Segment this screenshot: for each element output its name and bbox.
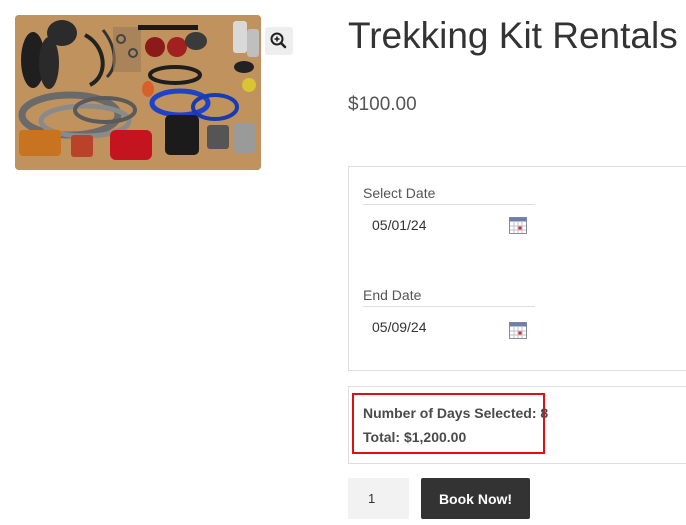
end-date-label: End Date <box>363 287 422 303</box>
trekking-gear-photo <box>15 15 261 170</box>
days-selected-text: Number of Days Selected: 8 <box>363 405 549 421</box>
book-now-button[interactable]: Book Now! <box>421 478 530 519</box>
start-date-input[interactable]: 05/01/24 <box>372 217 427 233</box>
quantity-input[interactable] <box>348 478 409 519</box>
start-date-divider <box>363 204 535 205</box>
booking-summary: Number of Days Selected: 8 Total: $1,200… <box>348 386 686 464</box>
calendar-icon[interactable] <box>509 217 527 234</box>
end-date-divider <box>363 306 535 307</box>
product-price: $100.00 <box>348 94 417 115</box>
product-image[interactable] <box>15 15 261 170</box>
end-date-input[interactable]: 05/09/24 <box>372 319 427 335</box>
product-title: Trekking Kit Rentals <box>348 15 678 56</box>
zoom-button[interactable] <box>265 27 293 55</box>
start-date-label: Select Date <box>363 185 436 201</box>
magnifier-plus-icon <box>270 32 287 49</box>
total-price-text: Total: $1,200.00 <box>363 429 467 445</box>
calendar-icon[interactable] <box>509 322 527 339</box>
booking-form: Select Date 05/01/24 End Date 05/09/24 <box>348 166 686 371</box>
